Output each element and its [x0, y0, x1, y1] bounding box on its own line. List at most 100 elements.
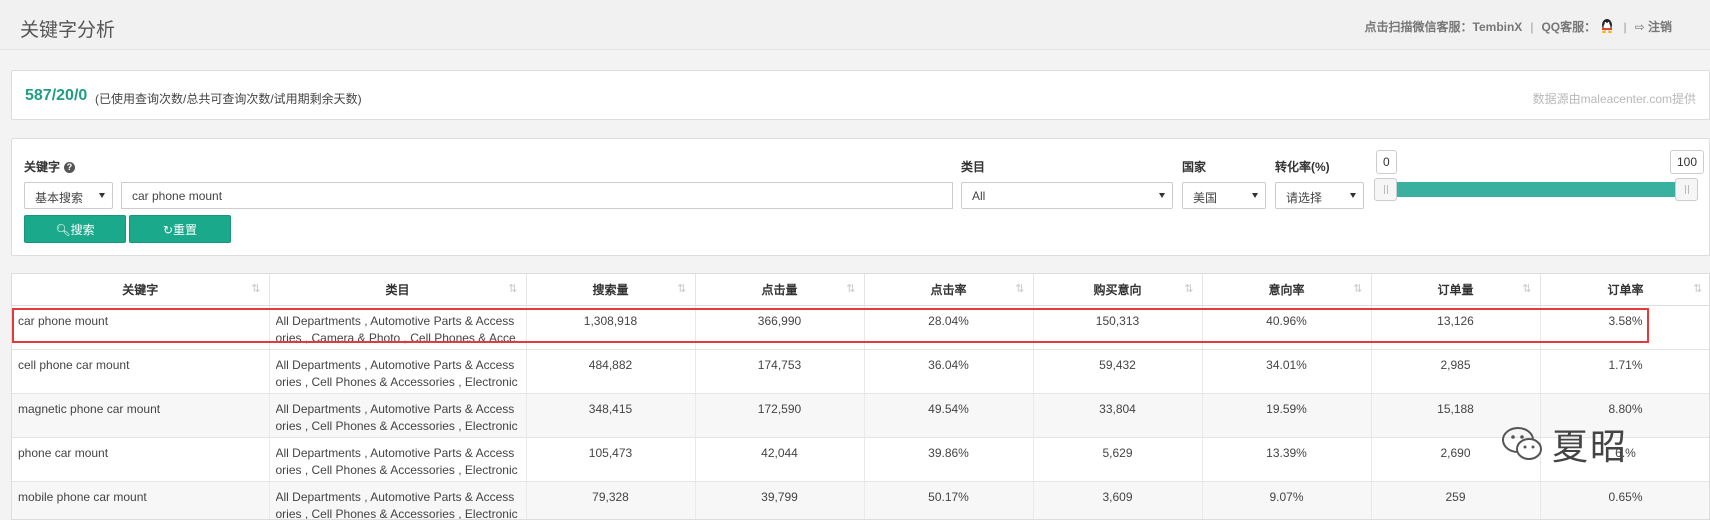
logout-icon: ⇨	[1634, 20, 1645, 34]
qq-label: QQ客服：	[1541, 20, 1597, 34]
column-label: 关键字	[122, 282, 159, 297]
sort-icon[interactable]: ⇅	[1693, 282, 1702, 295]
sort-icon[interactable]: ⇅	[251, 282, 260, 295]
cell-category: All Departments , Automotive Parts & Acc…	[269, 481, 527, 520]
cell-orders: 259	[1371, 481, 1541, 519]
qq-icon[interactable]	[1599, 18, 1615, 34]
column-label: 购买意向	[1093, 282, 1142, 297]
sort-icon[interactable]: ⇅	[1522, 282, 1531, 295]
category-text: All Departments , Automotive Parts & Acc…	[275, 357, 518, 389]
cell-ctr: 39.86%	[864, 437, 1034, 482]
cell-keyword: magnetic phone car mount	[12, 393, 270, 438]
column-header-intent-rate[interactable]: 意向率 ⇅	[1202, 274, 1372, 306]
chevron-down-icon	[1350, 193, 1356, 198]
column-header-orders[interactable]: 订单量 ⇅	[1371, 274, 1541, 306]
cell-purchase-intent: 59,432	[1033, 349, 1203, 394]
sort-icon[interactable]: ⇅	[1015, 282, 1024, 295]
category-text: All Departments , Automotive Parts & Acc…	[275, 489, 518, 520]
cell-keyword: mobile phone car mount	[12, 481, 270, 519]
wechat-icon	[1502, 427, 1542, 460]
qq-service[interactable]: QQ客服：	[1541, 18, 1615, 35]
column-header-category[interactable]: 类目 ⇅	[269, 274, 527, 306]
category-select[interactable]: All	[961, 182, 1173, 209]
page-title: 关键字分析	[20, 20, 116, 41]
chevron-down-icon	[99, 193, 105, 198]
table-row[interactable]: phone car mount All Departments , Automo…	[12, 437, 1709, 482]
sort-icon[interactable]: ⇅	[677, 282, 686, 295]
column-header-purchase-intent[interactable]: 购买意向 ⇅	[1033, 274, 1203, 306]
column-header-order-rate[interactable]: 订单率 ⇅	[1540, 274, 1709, 306]
category-text: All Departments , Automotive Parts & Acc…	[275, 401, 518, 433]
cell-order-rate: 1.71%	[1540, 349, 1709, 394]
slider-min-handle[interactable]	[1374, 178, 1397, 201]
column-label: 点击率	[930, 282, 967, 297]
cell-purchase-intent: 3,609	[1033, 481, 1203, 519]
slider-max-handle[interactable]	[1675, 178, 1698, 201]
search-mode-value: 基本搜索	[35, 191, 84, 205]
conversion-range-slider[interactable]	[1385, 182, 1691, 197]
cell-category: All Departments , Automotive Parts & Acc…	[269, 349, 527, 394]
cell-intent-rate: 19.59%	[1202, 393, 1372, 438]
cell-ctr: 50.17%	[864, 481, 1034, 519]
wechat-service[interactable]: 点击扫描微信客服：TembinX	[1365, 18, 1523, 35]
logout-label: 注销	[1647, 20, 1672, 34]
cell-search-volume: 79,328	[526, 481, 696, 519]
column-label: 类目	[385, 282, 410, 297]
category-label: 类目	[961, 160, 986, 174]
highlight-box	[12, 308, 1649, 343]
cell-keyword: cell phone car mount	[12, 349, 270, 394]
cell-search-volume: 348,415	[526, 393, 696, 438]
category-select-value: All	[972, 189, 986, 203]
cell-clicks: 42,044	[695, 437, 865, 482]
cell-search-volume: 484,882	[526, 349, 696, 394]
keyword-label: 关键字?	[24, 158, 76, 175]
table-row[interactable]: cell phone car mount All Departments , A…	[12, 349, 1709, 394]
sort-icon[interactable]: ⇅	[1353, 282, 1362, 295]
table-header: 关键字 ⇅ 类目 ⇅ 搜索量 ⇅ 点击量 ⇅ 点击率 ⇅ 购买意向 ⇅ 意向率 ⇅ 订单量 ⇅ …	[12, 274, 1709, 306]
cell-ctr: 36.04%	[864, 349, 1034, 394]
column-header-search-volume[interactable]: 搜索量 ⇅	[526, 274, 696, 306]
column-label: 订单率	[1607, 282, 1644, 297]
table-row[interactable]: magnetic phone car mount All Departments…	[12, 393, 1709, 438]
reset-button-label: 重置	[173, 223, 198, 237]
cell-purchase-intent: 5,629	[1033, 437, 1203, 482]
divider: |	[1530, 19, 1534, 34]
search-button[interactable]: 🔍︎搜索	[24, 215, 126, 243]
cell-search-volume: 105,473	[526, 437, 696, 482]
column-label: 意向率	[1268, 282, 1305, 297]
table-row[interactable]: mobile phone car mount All Departments ,…	[12, 481, 1709, 520]
sort-icon[interactable]: ⇅	[1184, 282, 1193, 295]
sort-icon[interactable]: ⇅	[846, 282, 855, 295]
column-label: 搜索量	[592, 282, 629, 297]
reset-button[interactable]: ↻重置	[129, 215, 231, 243]
column-header-ctr[interactable]: 点击率 ⇅	[864, 274, 1034, 306]
search-icon: 🔍︎	[55, 223, 71, 237]
conversion-select-value: 请选择	[1286, 191, 1323, 205]
logout-link[interactable]: ⇨ 注销	[1635, 18, 1672, 35]
keyword-input-value: car phone mount	[132, 189, 223, 203]
top-right-info: 点击扫描微信客服：TembinX | QQ客服： | ⇨ 注销	[1365, 18, 1672, 35]
category-text: All Departments , Automotive Parts & Acc…	[275, 445, 518, 477]
column-header-keyword[interactable]: 关键字 ⇅	[12, 274, 270, 306]
cell-clicks: 172,590	[695, 393, 865, 438]
search-button-label: 搜索	[70, 223, 95, 237]
conversion-label: 转化率(%)	[1275, 160, 1330, 174]
keyword-input[interactable]: car phone mount	[121, 182, 953, 209]
conversion-select[interactable]: 请选择	[1275, 182, 1364, 209]
keyword-label-text: 关键字	[24, 160, 61, 174]
column-label: 订单量	[1437, 282, 1474, 297]
quota-numbers: 587/20/0	[25, 87, 88, 104]
top-bar: 关键字分析 点击扫描微信客服：TembinX | QQ客服： | ⇨ 注销	[0, 0, 1710, 50]
help-icon[interactable]: ?	[64, 162, 76, 173]
wechat-name: TembinX	[1472, 20, 1523, 34]
sort-icon[interactable]: ⇅	[508, 282, 517, 295]
refresh-icon: ↻	[162, 223, 174, 237]
column-header-clicks[interactable]: 点击量 ⇅	[695, 274, 865, 306]
search-mode-select[interactable]: 基本搜索	[24, 182, 113, 209]
cell-purchase-intent: 33,804	[1033, 393, 1203, 438]
cell-keyword: phone car mount	[12, 437, 270, 482]
cell-intent-rate: 34.01%	[1202, 349, 1372, 394]
country-select[interactable]: 美国	[1182, 182, 1266, 209]
wechat-label: 点击扫描微信客服：	[1364, 20, 1473, 34]
cell-clicks: 174,753	[695, 349, 865, 394]
